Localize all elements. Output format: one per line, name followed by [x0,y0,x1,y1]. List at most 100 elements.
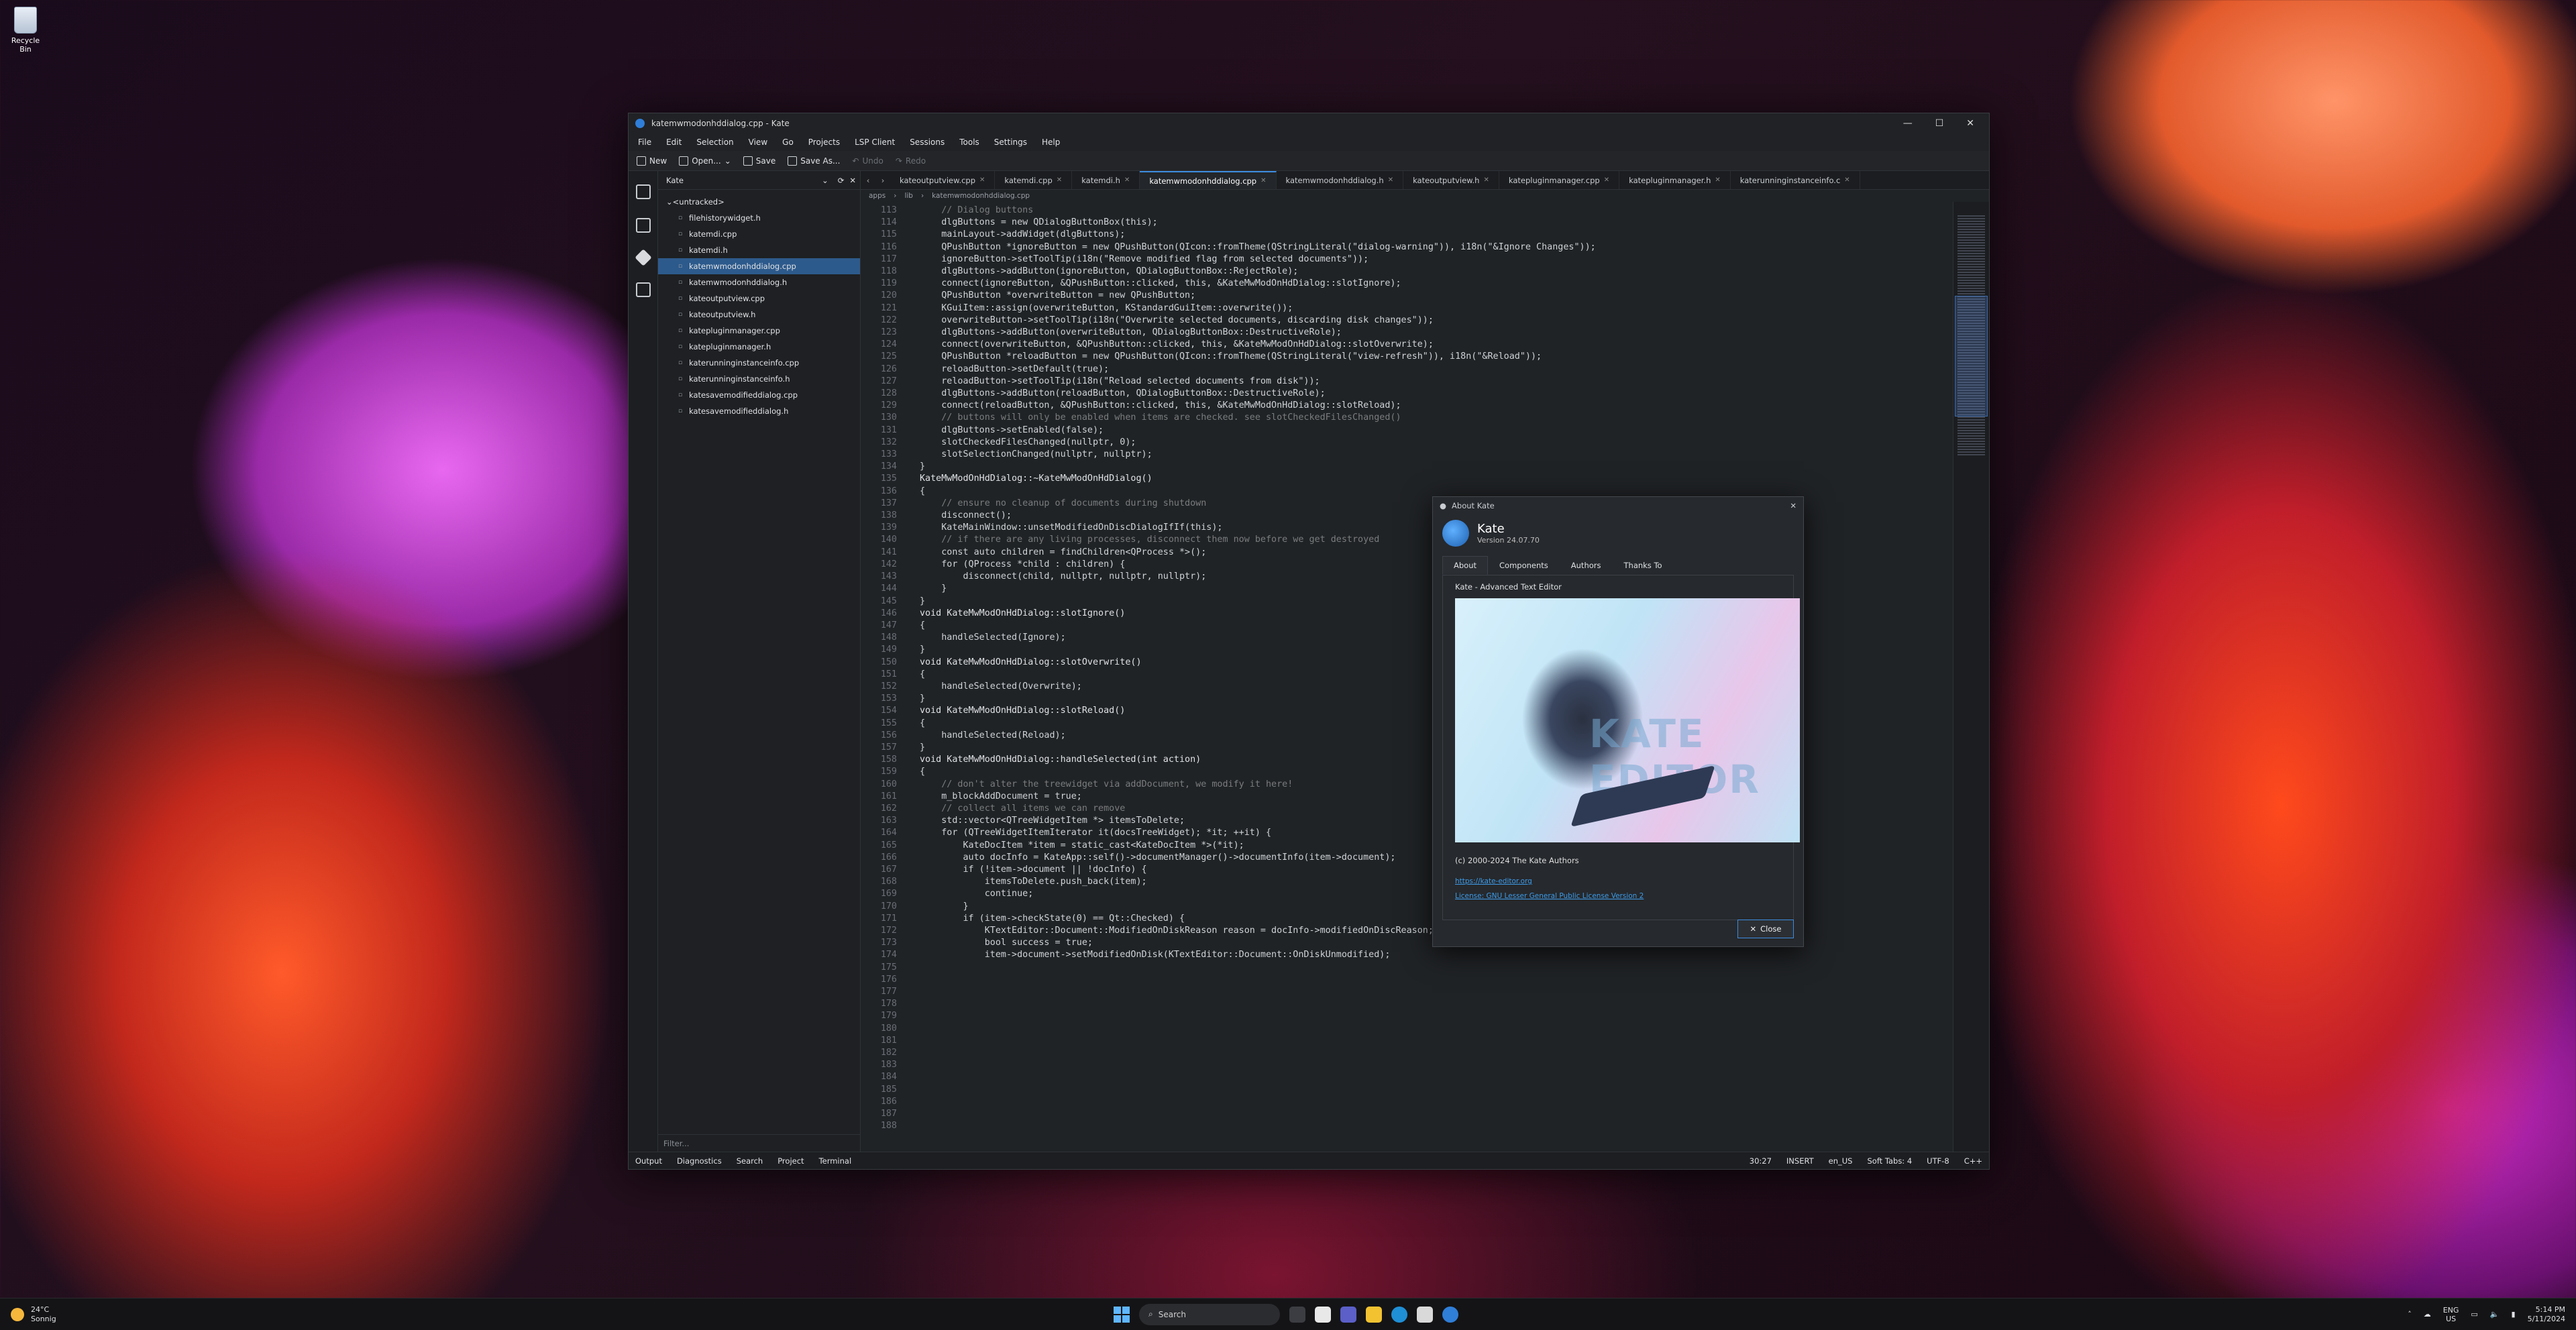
code-line[interactable]: reloadButton->setToolTip(i18n("Reload se… [920,376,1953,388]
tab-thanks-to[interactable]: Thanks To [1613,556,1674,575]
code-line[interactable]: slotSelectionChanged(nullptr, nullptr); [920,449,1953,461]
menu-settings[interactable]: Settings [994,137,1027,147]
close-window-button[interactable]: ✕ [1966,118,1974,129]
code-line[interactable]: QPushButton *ignoreButton = new QPushBut… [920,241,1953,254]
tab-forward-icon[interactable]: › [875,176,890,185]
menu-go[interactable]: Go [782,137,794,147]
code-line[interactable]: reloadButton->setDefault(true); [920,364,1953,376]
tree-file-item[interactable]: ▫ katepluginmanager.h [658,339,860,355]
maximize-button[interactable]: ☐ [1935,118,1944,129]
cloud-icon[interactable]: ☁ [2424,1310,2431,1319]
menu-view[interactable]: View [749,137,767,147]
tree-file-item[interactable]: ▫ kateoutputview.h [658,307,860,323]
network-icon[interactable]: ▭ [2471,1310,2477,1319]
editor-tab[interactable]: kateoutputview.h ✕ [1403,171,1499,189]
tree-file-item[interactable]: ▫ katerunninginstanceinfo.cpp [658,355,860,371]
minimize-button[interactable]: — [1903,118,1913,129]
menu-help[interactable]: Help [1042,137,1060,147]
open-button[interactable]: Open... ⌄ [679,156,731,166]
new-button[interactable]: New [637,156,667,166]
code-line[interactable]: KGuiItem::assign(overwriteButton, KStand… [920,302,1953,315]
tree-file-item[interactable]: ▫ katemdi.cpp [658,226,860,242]
reload-icon[interactable]: ⟳ [838,176,845,185]
breadcrumb-item[interactable]: apps [869,192,885,200]
editor-tab[interactable]: katemdi.cpp ✕ [995,171,1073,189]
save-button[interactable]: Save [743,156,775,166]
input-mode[interactable]: INSERT [1786,1156,1814,1166]
widgets-icon[interactable] [1315,1306,1331,1323]
encoding[interactable]: UTF-8 [1927,1156,1949,1166]
close-tab-icon[interactable]: ✕ [1483,176,1489,184]
editor-tab[interactable]: katemdi.h ✕ [1072,171,1140,189]
documents-icon[interactable] [635,184,651,199]
editor-tab[interactable]: katerunninginstanceinfo.c ✕ [1731,171,1860,189]
recycle-bin[interactable]: Recycle Bin [5,7,46,54]
code-line[interactable]: dlgButtons->setEnabled(false); [920,425,1953,437]
menu-selection[interactable]: Selection [696,137,733,147]
kate-taskbar-icon[interactable] [1442,1306,1458,1323]
menu-sessions[interactable]: Sessions [910,137,945,147]
code-line[interactable]: connect(overwriteButton, &QPushButton::c… [920,339,1953,351]
code-line[interactable]: connect(reloadButton, &QPushButton::clic… [920,400,1953,412]
tab-authors[interactable]: Authors [1560,556,1613,575]
taskbar-search[interactable]: ⌕ Search [1139,1303,1280,1325]
store-icon[interactable] [1417,1306,1433,1323]
close-button[interactable]: ✕ Close [1737,920,1794,938]
tree-file-item[interactable]: ▫ filehistorywidget.h [658,210,860,226]
filter-input[interactable]: Filter... [658,1134,860,1152]
indentation[interactable]: Soft Tabs: 4 [1868,1156,1913,1166]
cursor-position[interactable]: 30:27 [1750,1156,1772,1166]
dictionary[interactable]: en_US [1829,1156,1853,1166]
title-bar[interactable]: katemwmodonhddialog.cpp - Kate — ☐ ✕ [629,113,1989,133]
close-tab-icon[interactable]: ✕ [1057,176,1062,184]
volume-icon[interactable]: 🔈 [2490,1310,2500,1319]
editor-tab[interactable]: katepluginmanager.cpp ✕ [1499,171,1620,189]
tree-file-item[interactable]: ▫ katemdi.h [658,242,860,258]
tree-file-item[interactable]: ▫ katesavemodifieddialog.h [658,403,860,419]
projects-icon[interactable] [635,218,651,233]
edge-icon[interactable] [1391,1306,1407,1323]
teams-icon[interactable] [1340,1306,1356,1323]
file-explorer-icon[interactable] [1366,1306,1382,1323]
dialog-title-bar[interactable]: ● About Kate ✕ [1433,497,1803,514]
menu-tools[interactable]: Tools [959,137,979,147]
minimap[interactable] [1953,202,1989,1152]
chevron-down-icon[interactable]: ⌄ [724,156,731,166]
close-tab-icon[interactable]: ✕ [1844,176,1849,184]
project-selector[interactable]: Kate ⌄ [662,174,833,186]
tree-file-item[interactable]: ▫ katerunninginstanceinfo.h [658,371,860,387]
code-line[interactable]: overwriteButton->setToolTip(i18n("Overwr… [920,315,1953,327]
code-line[interactable]: ignoreButton->setToolTip(i18n("Remove mo… [920,254,1953,266]
editor-tab[interactable]: katemwmodonhddialog.cpp ✕ [1140,171,1277,189]
menu-edit[interactable]: Edit [666,137,682,147]
tab-back-icon[interactable]: ‹ [861,176,875,185]
battery-icon[interactable]: ▮ [2512,1310,2516,1319]
code-line[interactable]: QPushButton *reloadButton = new QPushBut… [920,351,1953,363]
code-line[interactable]: KateMwModOnHdDialog::~KateMwModOnHdDialo… [920,473,1953,485]
breadcrumb-item[interactable]: lib [904,192,913,200]
project-panel-button[interactable]: Project [777,1156,804,1166]
clock[interactable]: 5:14 PM 5/11/2024 [2528,1305,2565,1324]
close-project-icon[interactable]: ✕ [849,176,856,185]
task-view-icon[interactable] [1289,1306,1305,1323]
minimap-viewport[interactable] [1955,296,1988,417]
tab-about[interactable]: About [1442,556,1489,575]
close-tab-icon[interactable]: ✕ [1388,176,1393,184]
code-line[interactable]: dlgButtons->addButton(ignoreButton, QDia… [920,266,1953,278]
code-line[interactable]: dlgButtons->addButton(reloadButton, QDia… [920,388,1953,400]
code-line[interactable]: mainLayout->addWidget(dlgButtons); [920,229,1953,241]
license-link[interactable]: License: GNU Lesser General Public Licen… [1455,892,1781,900]
close-tab-icon[interactable]: ✕ [1260,177,1266,184]
editor-tab[interactable]: katepluginmanager.h ✕ [1619,171,1731,189]
chevron-up-icon[interactable]: ˄ [2408,1310,2412,1319]
tree-file-item[interactable]: ▫ katepluginmanager.cpp [658,323,860,339]
close-tab-icon[interactable]: ✕ [979,176,985,184]
dialog-close-icon[interactable]: ✕ [1790,501,1796,510]
menu-lsp-client[interactable]: LSP Client [855,137,895,147]
code-view[interactable]: 113 114 115 116 117 118 119 120 121 122 123 124 125 1… [861,202,1989,1152]
redo-button[interactable]: ↷ Redo [896,156,926,166]
tree-file-item[interactable]: ▫ kateoutputview.cpp [658,290,860,307]
close-tab-icon[interactable]: ✕ [1124,176,1130,184]
code-line[interactable]: dlgButtons->addButton(overwriteButton, Q… [920,327,1953,339]
close-tab-icon[interactable]: ✕ [1604,176,1609,184]
